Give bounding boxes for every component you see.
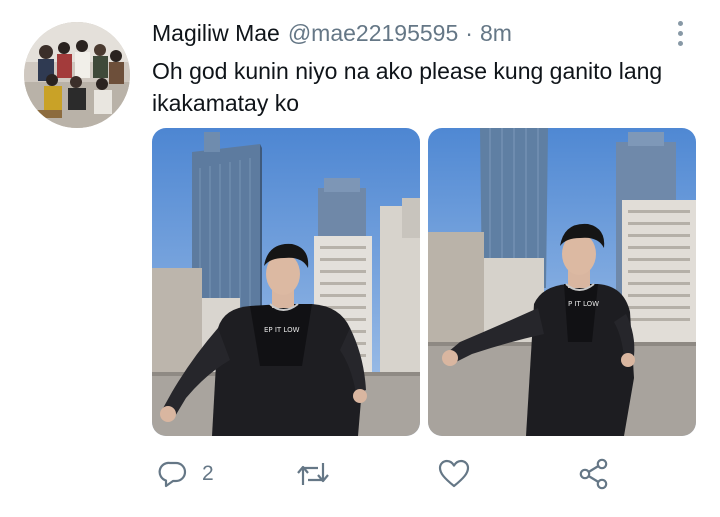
avatar[interactable]: [24, 22, 130, 128]
reply-icon: [158, 461, 187, 488]
separator: ·: [465, 20, 473, 46]
like-button[interactable]: [438, 452, 484, 496]
share-icon: [579, 458, 608, 490]
tweet-text: Oh god kunin niyo na ako please kung gan…: [152, 58, 663, 116]
tweet-photo-2[interactable]: P IT LOW: [428, 128, 696, 436]
tweet-action-bar: 2: [152, 452, 672, 496]
more-options-icon[interactable]: [670, 18, 690, 48]
reply-button[interactable]: 2: [158, 452, 214, 496]
retweet-icon: [297, 463, 329, 485]
heart-icon: [438, 459, 470, 488]
shirt-print: P IT LOW: [568, 300, 599, 308]
reply-count: 2: [202, 462, 214, 485]
author-handle[interactable]: @mae22195595: [288, 20, 458, 47]
share-button[interactable]: [578, 452, 610, 496]
tweet-header: Magiliw Mae @mae22195595 · 8m: [152, 20, 512, 50]
timestamp[interactable]: 8m: [480, 20, 512, 47]
tweet-photo-1[interactable]: EP IT LOW: [152, 128, 420, 436]
shirt-print: EP IT LOW: [264, 326, 300, 334]
retweet-button[interactable]: [296, 452, 344, 496]
author-name[interactable]: Magiliw Mae: [152, 20, 280, 47]
